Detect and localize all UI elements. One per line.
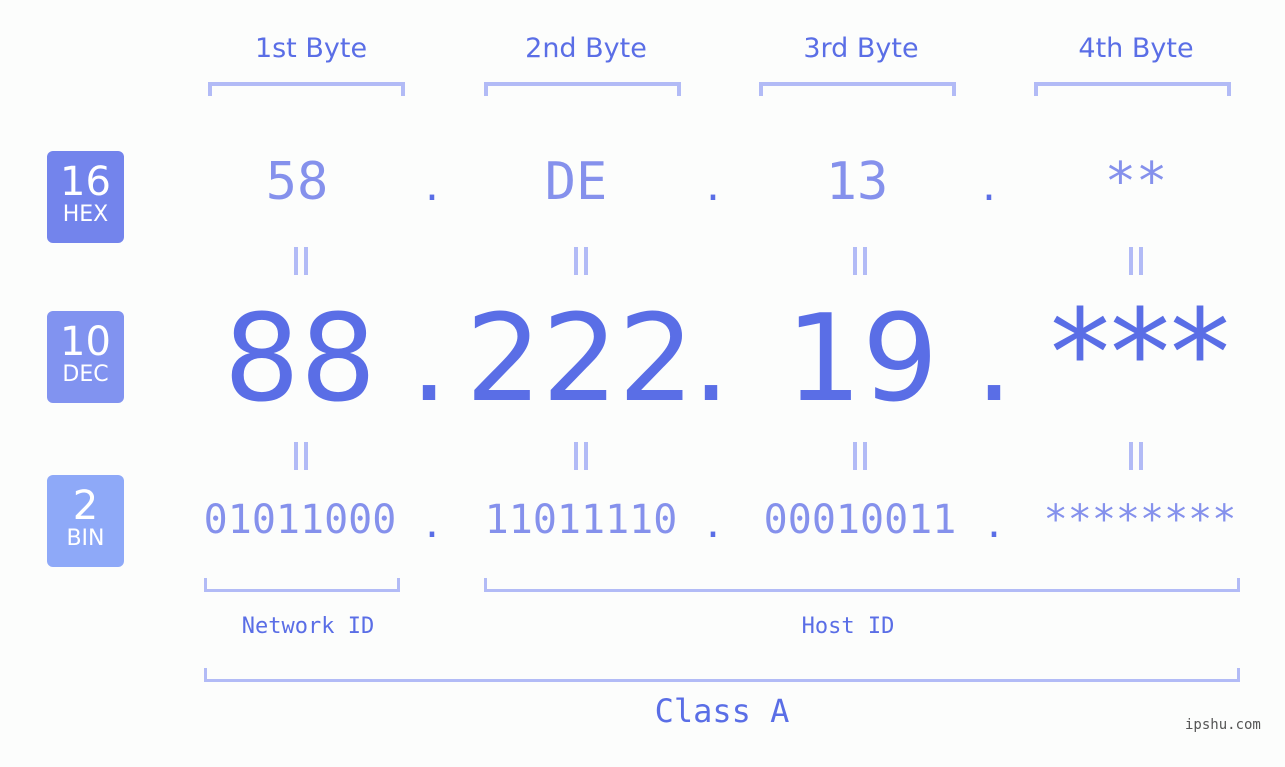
hex-octet-3: 13 bbox=[825, 152, 889, 212]
hex-octet-1: 58 bbox=[265, 152, 329, 212]
dec-badge-number: 10 bbox=[60, 319, 111, 365]
dec-separator-3: . bbox=[975, 290, 1014, 429]
bin-octet-4: ******** bbox=[1043, 497, 1237, 543]
bin-separator-3: . bbox=[987, 497, 1001, 548]
byte-label-4: 4th Byte bbox=[1078, 33, 1194, 64]
equals-icon bbox=[291, 442, 311, 470]
hex-badge-label: HEX bbox=[62, 202, 109, 227]
hex-badge: 16 HEX bbox=[47, 151, 124, 243]
bin-octet-1: 01011000 bbox=[203, 497, 397, 543]
hex-badge-number: 16 bbox=[60, 159, 111, 205]
class-label: Class A bbox=[654, 692, 790, 730]
equals-icon bbox=[571, 247, 591, 275]
equals-icon bbox=[291, 247, 311, 275]
dec-badge-label: DEC bbox=[62, 362, 109, 387]
dec-separator-2: . bbox=[692, 290, 731, 429]
equals-icon bbox=[1126, 247, 1146, 275]
hex-separator-2: . bbox=[706, 160, 720, 211]
bin-separator-2: . bbox=[706, 497, 720, 548]
bin-octet-2: 11011110 bbox=[484, 497, 678, 543]
hex-separator-1: . bbox=[425, 160, 439, 211]
dec-badge: 10 DEC bbox=[47, 311, 124, 403]
class-bracket bbox=[204, 668, 1240, 682]
bin-badge-label: BIN bbox=[66, 526, 105, 551]
dec-separator-1: . bbox=[410, 290, 449, 429]
dec-octet-1: 88 bbox=[223, 290, 377, 429]
bin-octet-3: 00010011 bbox=[763, 497, 957, 543]
byte-bracket-4 bbox=[1034, 82, 1231, 96]
hex-separator-3: . bbox=[982, 160, 996, 211]
byte-label-1: 1st Byte bbox=[254, 33, 368, 64]
hex-octet-4: ** bbox=[1104, 152, 1168, 212]
bin-separator-1: . bbox=[425, 497, 439, 548]
byte-label-3: 3rd Byte bbox=[803, 33, 919, 64]
host-id-bracket bbox=[484, 578, 1240, 592]
dec-octet-3: 19 bbox=[785, 290, 939, 429]
byte-bracket-3 bbox=[759, 82, 956, 96]
network-id-bracket bbox=[204, 578, 400, 592]
byte-label-2: 2nd Byte bbox=[525, 33, 647, 64]
byte-bracket-2 bbox=[484, 82, 681, 96]
equals-icon bbox=[571, 442, 591, 470]
dec-octet-2: 222 bbox=[465, 290, 695, 429]
dec-octet-4: *** bbox=[1050, 285, 1230, 424]
byte-bracket-1 bbox=[208, 82, 405, 96]
network-id-label: Network ID bbox=[241, 614, 375, 639]
host-id-label: Host ID bbox=[801, 614, 895, 639]
hex-octet-2: DE bbox=[544, 152, 608, 212]
bin-badge: 2 BIN bbox=[47, 475, 124, 567]
watermark: ipshu.com bbox=[1185, 717, 1261, 733]
equals-icon bbox=[850, 247, 870, 275]
equals-icon bbox=[1126, 442, 1146, 470]
equals-icon bbox=[850, 442, 870, 470]
bin-badge-number: 2 bbox=[72, 483, 99, 529]
